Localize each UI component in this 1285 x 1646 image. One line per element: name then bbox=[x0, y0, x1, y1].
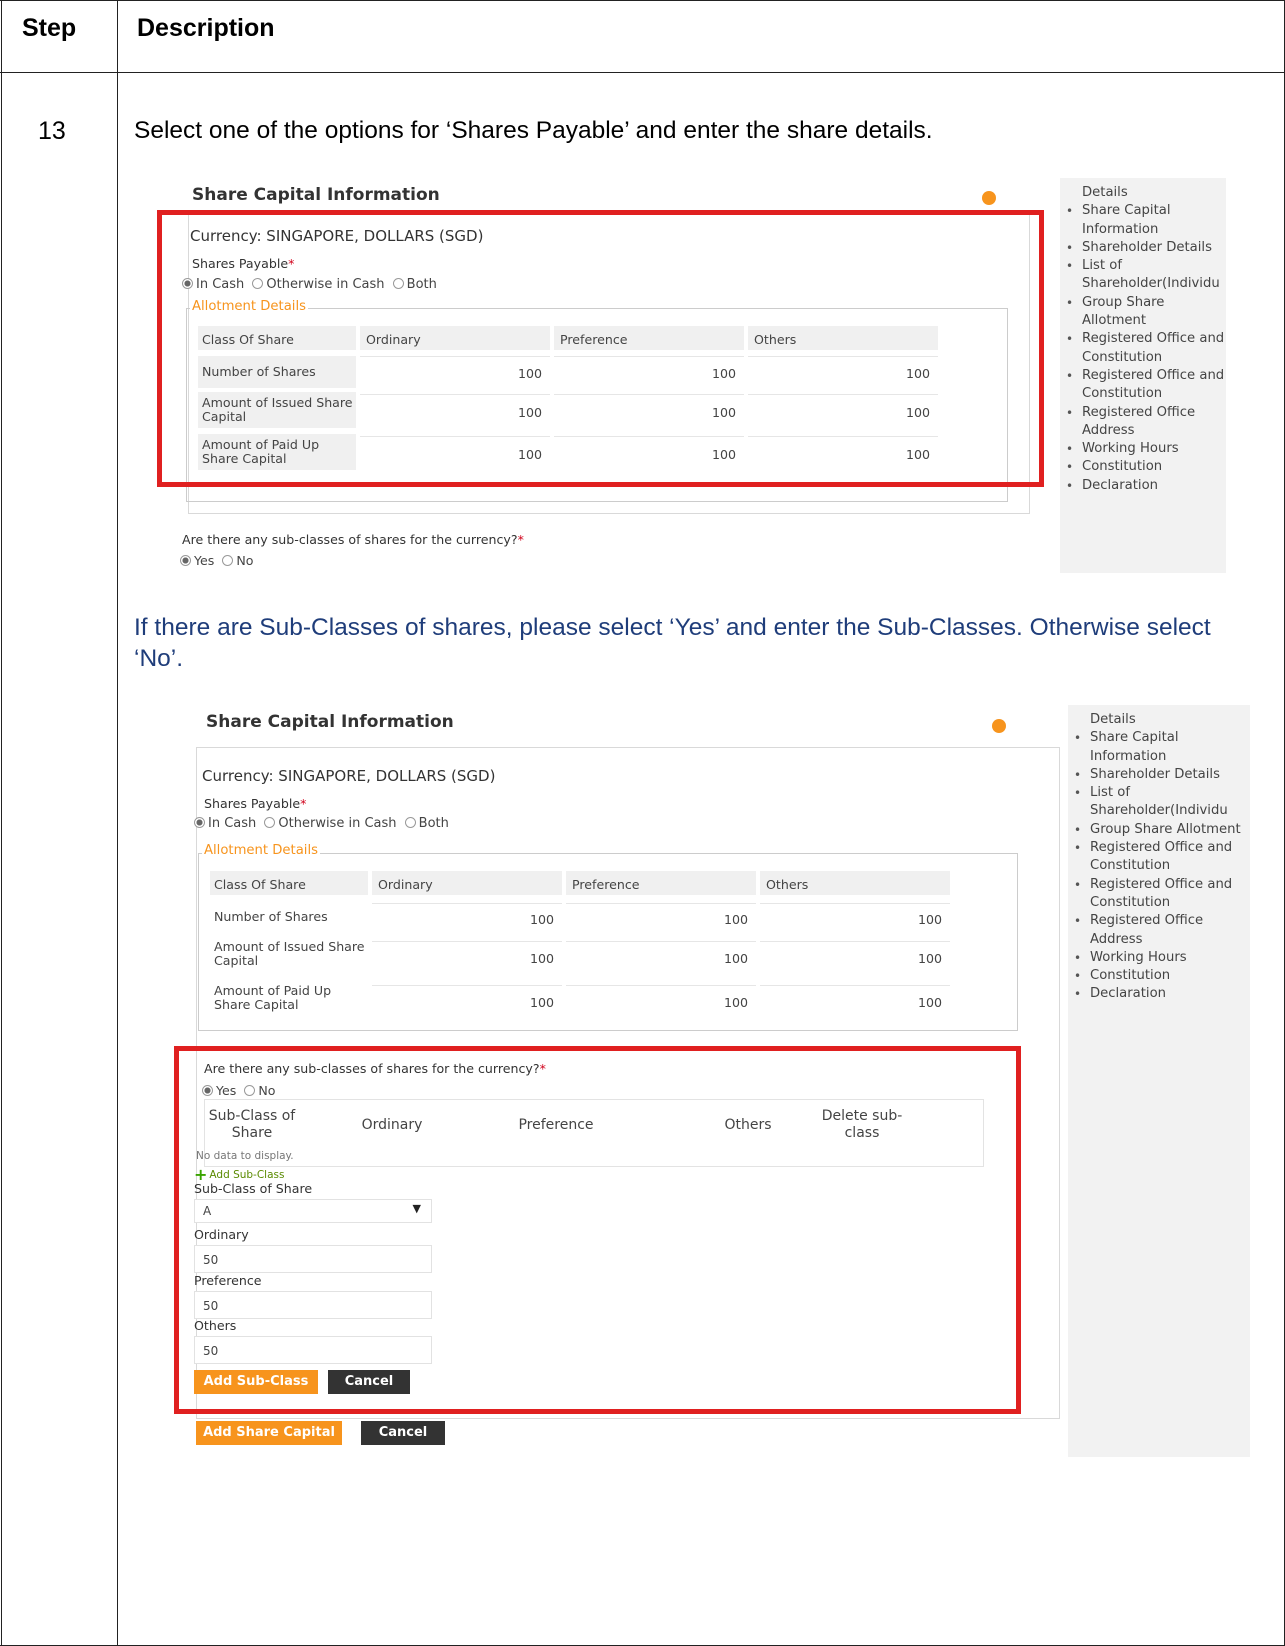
section-nav-list: Details Share Capital Information Shareh… bbox=[1070, 711, 1250, 1004]
subclass-question: Are there any sub-classes of shares for … bbox=[182, 532, 524, 547]
nav-item[interactable]: List of Shareholder(Individu bbox=[1062, 257, 1226, 294]
nav-item[interactable]: Declaration bbox=[1070, 985, 1250, 1004]
subclass-options: Yes No bbox=[176, 553, 254, 568]
add-share-capital-button[interactable]: Add Share Capital bbox=[196, 1421, 342, 1445]
collapse-icon[interactable] bbox=[992, 719, 1006, 733]
currency-label: Currency: SINGAPORE, DOLLARS (SGD) bbox=[202, 767, 496, 785]
nav-item[interactable]: List of Shareholder(Individu bbox=[1070, 784, 1250, 821]
nav-item[interactable]: Details bbox=[1070, 711, 1250, 729]
radio-label: In Cash bbox=[208, 816, 257, 831]
nav-item[interactable]: Registered Office Address bbox=[1070, 912, 1250, 949]
radio-otherwise-in-cash[interactable] bbox=[264, 817, 276, 828]
table-column-divider bbox=[117, 0, 118, 1646]
panel-title: Share Capital Information bbox=[206, 712, 454, 732]
radio-yes[interactable] bbox=[180, 555, 191, 566]
collapse-icon[interactable] bbox=[982, 191, 996, 205]
nav-item[interactable]: Constitution bbox=[1062, 458, 1226, 477]
number-of-shares-ordinary-input[interactable]: 100 bbox=[372, 903, 562, 933]
radio-label: Otherwise in Cash bbox=[278, 816, 397, 831]
panel-title: Share Capital Information bbox=[192, 185, 440, 205]
section-nav-list: Details Share Capital Information Shareh… bbox=[1062, 184, 1226, 495]
nav-item[interactable]: Shareholder Details bbox=[1062, 239, 1226, 258]
highlight-box-subclasses bbox=[174, 1046, 1021, 1414]
header-step: Step bbox=[22, 14, 77, 42]
section-nav-sidebar: Details Share Capital Information Shareh… bbox=[1060, 178, 1226, 573]
number-of-shares-others-input[interactable]: 100 bbox=[760, 903, 950, 933]
radio-label: No bbox=[236, 553, 254, 568]
radio-label: Yes bbox=[194, 553, 215, 568]
nav-item[interactable]: Constitution bbox=[1070, 967, 1250, 986]
paid-up-capital-others-input[interactable]: 100 bbox=[760, 985, 950, 1017]
nav-item[interactable]: Registered Office and Constitution bbox=[1062, 330, 1226, 367]
table-border-left bbox=[1, 0, 2, 1646]
nav-item[interactable]: Group Share Allotment bbox=[1070, 821, 1250, 840]
shares-payable-label: Shares Payable* bbox=[204, 796, 307, 811]
nav-item[interactable]: Declaration bbox=[1062, 477, 1226, 496]
shares-payable-options: In Cash Otherwise in Cash Both bbox=[190, 816, 449, 831]
screenshot-share-capital-2: Details Share Capital Information Shareh… bbox=[174, 705, 1250, 1457]
nav-item[interactable]: Registered Office and Constitution bbox=[1062, 367, 1226, 404]
table-border-top bbox=[0, 0, 1285, 1]
radio-label: Both bbox=[418, 816, 449, 831]
number-of-shares-preference-input[interactable]: 100 bbox=[566, 903, 756, 933]
radio-in-cash[interactable] bbox=[194, 817, 205, 828]
nav-item[interactable]: Share Capital Information bbox=[1062, 202, 1226, 239]
instruction-subclasses: If there are Sub-Classes of shares, plea… bbox=[134, 614, 1211, 672]
column-header: Ordinary bbox=[372, 871, 562, 895]
row-label: Number of Shares bbox=[214, 909, 328, 924]
column-header: Others bbox=[760, 871, 950, 895]
screenshot-share-capital-1: Details Share Capital Information Shareh… bbox=[157, 178, 1226, 573]
table-header-divider bbox=[0, 72, 1285, 73]
section-nav-sidebar: Details Share Capital Information Shareh… bbox=[1068, 705, 1250, 1457]
header-description: Description bbox=[137, 14, 275, 42]
row-label: Amount of Paid Up Share Capital bbox=[214, 983, 332, 1012]
cancel-button[interactable]: Cancel bbox=[361, 1421, 445, 1445]
nav-item[interactable]: Share Capital Information bbox=[1070, 729, 1250, 766]
row-label: Amount of Issued Share Capital bbox=[214, 939, 365, 968]
nav-item[interactable]: Details bbox=[1062, 184, 1226, 202]
nav-item[interactable]: Registered Office and Constitution bbox=[1070, 876, 1250, 913]
issued-capital-preference-input[interactable]: 100 bbox=[566, 941, 756, 973]
nav-item[interactable]: Registered Office and Constitution bbox=[1070, 839, 1250, 876]
issued-capital-others-input[interactable]: 100 bbox=[760, 941, 950, 973]
nav-item[interactable]: Working Hours bbox=[1062, 440, 1226, 459]
issued-capital-ordinary-input[interactable]: 100 bbox=[372, 941, 562, 973]
radio-both[interactable] bbox=[404, 817, 416, 828]
paid-up-capital-preference-input[interactable]: 100 bbox=[566, 985, 756, 1017]
radio-no[interactable] bbox=[222, 555, 234, 566]
instruction-shares-payable: Select one of the options for ‘Shares Pa… bbox=[134, 117, 933, 144]
highlight-box-shares bbox=[157, 210, 1044, 487]
column-header: Class Of Share bbox=[210, 871, 368, 895]
column-header: Preference bbox=[566, 871, 756, 895]
nav-item[interactable]: Working Hours bbox=[1070, 949, 1250, 968]
nav-item[interactable]: Group Share Allotment bbox=[1062, 294, 1226, 331]
allotment-legend: Allotment Details bbox=[202, 843, 320, 858]
nav-item[interactable]: Shareholder Details bbox=[1070, 766, 1250, 785]
step-number: 13 bbox=[38, 117, 66, 145]
paid-up-capital-ordinary-input[interactable]: 100 bbox=[372, 985, 562, 1017]
nav-item[interactable]: Registered Office Address bbox=[1062, 404, 1226, 441]
